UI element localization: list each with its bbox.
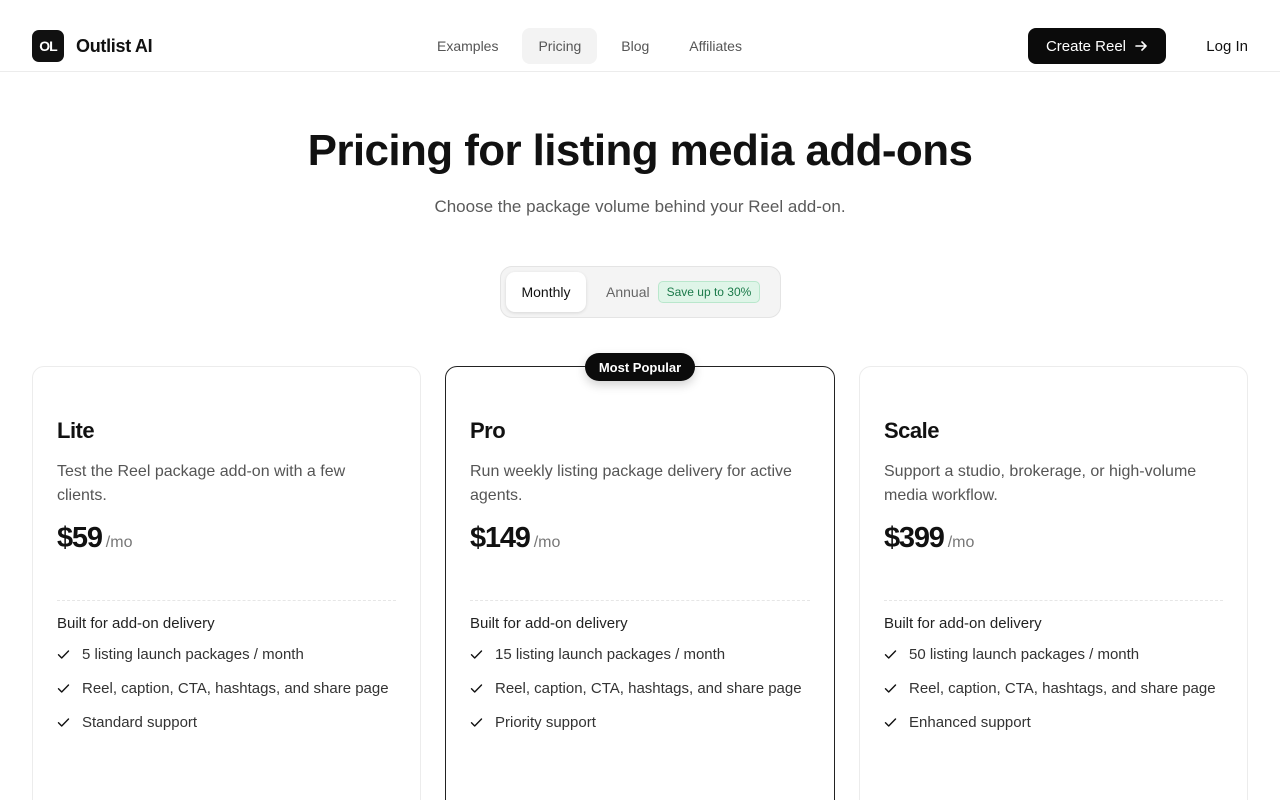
price-period: /mo — [947, 534, 975, 551]
feature-list: 5 listing launch packages / month Reel, … — [57, 642, 396, 744]
nav-item-examples[interactable]: Examples — [421, 28, 514, 64]
check-icon — [884, 684, 897, 693]
plan-name: Lite — [57, 418, 95, 443]
plan-name: Pro — [470, 418, 506, 443]
feature-item: Enhanced support — [884, 710, 1223, 744]
save-badge: Save up to 30% — [657, 281, 761, 303]
feature-item: Priority support — [470, 710, 810, 744]
plan-description: Test the Reel package add-on with a few … — [57, 463, 346, 504]
nav-item-affiliates[interactable]: Affiliates — [673, 28, 758, 64]
plan-price: $399 — [884, 522, 945, 554]
divider — [884, 600, 1223, 601]
nav-item-pricing[interactable]: Pricing — [522, 28, 598, 64]
plan-card-scale: Scale Support a studio, brokerage, or hi… — [859, 366, 1248, 800]
feature-item: Standard support — [57, 710, 396, 744]
logo-mark-icon: OL — [32, 30, 64, 62]
billing-toggle: Monthly Annual Save up to 30% — [500, 266, 781, 318]
plan-description: Support a studio, brokerage, or high-vol… — [884, 463, 1197, 504]
page-subtitle: Choose the package volume behind your Re… — [434, 197, 846, 216]
site-header: OL Outlist AI Examples Pricing Blog Affi… — [0, 0, 1280, 72]
toggle-annual[interactable]: Annual Save up to 30% — [586, 272, 761, 312]
check-icon — [884, 650, 897, 659]
check-icon — [57, 718, 70, 727]
divider — [57, 600, 396, 601]
divider — [470, 600, 810, 601]
plan-price: $149 — [470, 522, 531, 554]
check-icon — [470, 650, 483, 659]
feature-item: Reel, caption, CTA, hashtags, and share … — [57, 676, 396, 710]
plan-name: Scale — [884, 418, 940, 443]
feature-item: 15 listing launch packages / month — [470, 642, 810, 676]
feature-text: Standard support — [82, 714, 198, 731]
plan-description: Run weekly listing package delivery for … — [470, 463, 792, 504]
login-link[interactable]: Log In — [1206, 28, 1248, 64]
feature-list: 15 listing launch packages / month Reel,… — [470, 642, 810, 744]
feature-list: 50 listing launch packages / month Reel,… — [884, 642, 1223, 744]
feature-text: Enhanced support — [909, 714, 1031, 731]
features-heading: Built for add-on delivery — [470, 615, 628, 632]
plan-card-pro: Pro Run weekly listing package delivery … — [445, 366, 835, 800]
toggle-monthly[interactable]: Monthly — [506, 272, 586, 312]
feature-text: Priority support — [495, 714, 596, 731]
check-icon — [884, 718, 897, 727]
price-row: $149 /mo — [470, 522, 810, 555]
create-reel-label: Create Reel — [1045, 37, 1127, 55]
logo[interactable]: OL Outlist AI — [32, 30, 153, 62]
features-heading: Built for add-on delivery — [57, 615, 215, 632]
price-period: /mo — [533, 534, 561, 551]
check-icon — [470, 718, 483, 727]
check-icon — [470, 684, 483, 693]
main-nav: Examples Pricing Blog Affiliates — [421, 28, 758, 64]
nav-item-blog[interactable]: Blog — [605, 28, 665, 64]
check-icon — [57, 650, 70, 659]
price-row: $59 /mo — [57, 522, 396, 555]
plan-price: $59 — [57, 522, 103, 554]
feature-text: Reel, caption, CTA, hashtags, and share … — [82, 680, 389, 697]
feature-text: 5 listing launch packages / month — [82, 646, 304, 663]
toggle-annual-label: Annual — [606, 284, 650, 300]
most-popular-badge: Most Popular — [585, 353, 695, 381]
arrow-right-icon — [1134, 39, 1148, 53]
plan-card-lite: Lite Test the Reel package add-on with a… — [32, 366, 421, 800]
check-icon — [57, 684, 70, 693]
features-heading: Built for add-on delivery — [884, 615, 1042, 632]
price-period: /mo — [105, 534, 133, 551]
feature-item: Reel, caption, CTA, hashtags, and share … — [884, 676, 1223, 710]
page-title: Pricing for listing media add-ons — [307, 126, 973, 175]
create-reel-button[interactable]: Create Reel — [1028, 28, 1166, 64]
price-row: $399 /mo — [884, 522, 1223, 555]
feature-item: Reel, caption, CTA, hashtags, and share … — [470, 676, 810, 710]
feature-text: 15 listing launch packages / month — [495, 646, 726, 663]
feature-item: 50 listing launch packages / month — [884, 642, 1223, 676]
feature-text: Reel, caption, CTA, hashtags, and share … — [909, 680, 1216, 697]
feature-text: 50 listing launch packages / month — [909, 646, 1140, 663]
feature-text: Reel, caption, CTA, hashtags, and share … — [495, 680, 802, 697]
feature-item: 5 listing launch packages / month — [57, 642, 396, 676]
brand-name: Outlist AI — [76, 35, 153, 56]
